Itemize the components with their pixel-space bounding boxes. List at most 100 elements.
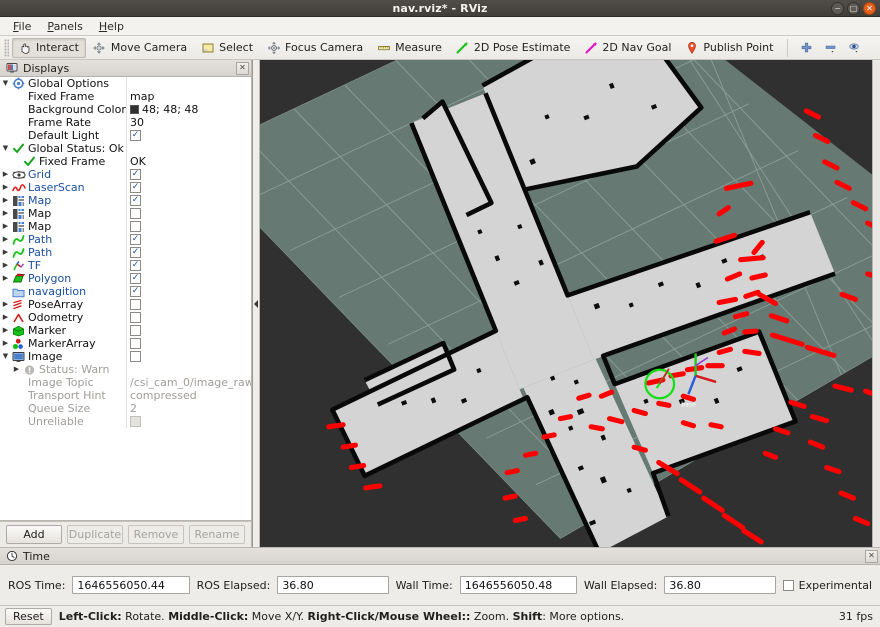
wall-elapsed-input[interactable]: 36.80 [664,576,775,594]
tree-item-value[interactable]: 30 [130,116,144,129]
tree-row[interactable]: Queue Size2 [0,402,251,415]
displays-tree-container[interactable]: ▼Global OptionsFixed FramemapBackground … [0,77,251,521]
chevron-right-icon[interactable]: ▶ [0,249,11,256]
tree-row[interactable]: ▶Odometry [0,311,251,324]
maximize-button[interactable]: □ [847,2,860,15]
tree-row[interactable]: navagition✓ [0,285,251,298]
tree-row[interactable]: Fixed Framemap [0,90,251,103]
tree-row[interactable]: ▶Map [0,220,251,233]
tree-item-checkbox[interactable]: ✓ [130,234,141,245]
tool-2d-pose-estimate[interactable]: 2D Pose Estimate [450,38,578,58]
tree-row[interactable]: ▶TF✓ [0,259,251,272]
minimize-button[interactable]: − [831,2,844,15]
tool-select[interactable]: Select [195,38,260,58]
tree-item-checkbox[interactable]: ✓ [130,182,141,193]
tree-item-value[interactable]: 48; 48; 48 [130,103,198,116]
chevron-right-icon[interactable]: ▶ [0,171,11,178]
tree-item-value[interactable]: 2 [130,402,137,415]
tree-row[interactable]: ▶Marker [0,324,251,337]
chevron-right-icon[interactable]: ▶ [0,301,11,308]
chevron-right-icon[interactable]: ▶ [0,197,11,204]
tree-row[interactable]: ▶LaserScan✓ [0,181,251,194]
tool-focus-camera[interactable]: Focus Camera [261,38,370,58]
tree-item-value[interactable] [130,208,141,219]
chevron-down-icon[interactable]: ▼ [0,145,11,152]
tree-row[interactable]: ▶PoseArray [0,298,251,311]
chevron-right-icon[interactable]: ▶ [0,340,11,347]
tool-interact[interactable]: Interact [12,38,86,58]
chevron-right-icon[interactable]: ▶ [0,210,11,217]
add-button[interactable]: Add [6,525,62,544]
tree-row[interactable]: ▼Global Status: Ok [0,142,251,155]
render-view-3d[interactable]: base [252,60,880,547]
chevron-right-icon[interactable]: ▶ [0,184,11,191]
chevron-right-icon[interactable]: ▶ [0,314,11,321]
rename-button[interactable]: Rename [189,525,245,544]
tree-item-value[interactable]: ✓ [130,169,141,180]
chevron-right-icon[interactable]: ▶ [0,327,11,334]
ros-elapsed-input[interactable]: 36.80 [277,576,388,594]
tree-item-value[interactable]: /csi_cam_0/image_raw [130,376,251,389]
displays-panel-close-icon[interactable]: ✕ [236,62,249,75]
chevron-right-icon[interactable]: ▶ [0,262,11,269]
tree-item-checkbox[interactable] [130,299,141,310]
chevron-right-icon[interactable]: ▶ [11,366,22,373]
tree-item-checkbox[interactable] [130,416,141,427]
tree-row[interactable]: ▶Path✓ [0,246,251,259]
tree-item-value[interactable]: map [130,90,154,103]
reset-button[interactable]: Reset [5,608,52,625]
tree-item-value[interactable]: ✓ [130,273,141,284]
tree-item-checkbox[interactable] [130,208,141,219]
tree-row[interactable]: ▶Map✓ [0,194,251,207]
tree-row[interactable]: ▶MarkerArray [0,337,251,350]
view-splitter-handle[interactable] [253,60,260,547]
tree-item-checkbox[interactable] [130,221,141,232]
tree-item-checkbox[interactable]: ✓ [130,130,141,141]
tree-row[interactable]: ▼Global Options [0,77,251,90]
tree-item-value[interactable]: ✓ [130,286,141,297]
add-tool-button[interactable] [795,38,818,58]
tree-item-checkbox[interactable]: ✓ [130,169,141,180]
close-button[interactable]: ✕ [863,2,876,15]
menu-help[interactable]: Help [91,18,132,35]
tree-item-checkbox[interactable]: ✓ [130,286,141,297]
tree-row[interactable]: Transport Hintcompressed [0,389,251,402]
menu-file[interactable]: File [5,18,39,35]
duplicate-button[interactable]: Duplicate [67,525,123,544]
tree-row[interactable]: ▶Map [0,207,251,220]
toolbar-grip[interactable] [4,39,9,57]
tree-item-value[interactable]: ✓ [130,195,141,206]
experimental-checkbox[interactable] [783,580,794,591]
tree-item-value[interactable] [130,221,141,232]
tree-row[interactable]: Frame Rate30 [0,116,251,129]
time-panel-close-icon[interactable]: ✕ [865,550,878,563]
tree-row[interactable]: Fixed FrameOK [0,155,251,168]
tree-item-value[interactable]: compressed [130,389,197,402]
chevron-down-icon[interactable]: ▼ [0,353,11,360]
tree-item-checkbox[interactable]: ✓ [130,273,141,284]
tree-item-value[interactable]: ✓ [130,247,141,258]
tree-item-value[interactable] [130,299,141,310]
remove-tool-button[interactable] [819,38,842,58]
tool-2d-nav-goal[interactable]: 2D Nav Goal [578,38,678,58]
chevron-right-icon[interactable]: ▶ [0,275,11,282]
tree-row[interactable]: Default Light✓ [0,129,251,142]
tree-item-checkbox[interactable] [130,325,141,336]
chevron-right-icon[interactable]: ▶ [0,223,11,230]
chevron-right-icon[interactable]: ▶ [0,236,11,243]
ros-time-input[interactable]: 1646556050.44 [72,576,189,594]
tree-item-value[interactable] [130,312,141,323]
tool-measure[interactable]: Measure [371,38,449,58]
tree-row[interactable]: ▶Status: Warn [0,363,251,376]
wall-time-input[interactable]: 1646556050.48 [460,576,577,594]
tree-item-checkbox[interactable]: ✓ [130,260,141,271]
tree-item-value[interactable]: ✓ [130,260,141,271]
tree-row[interactable]: ▶Path✓ [0,233,251,246]
tool-publish-point[interactable]: Publish Point [679,38,780,58]
tree-item-checkbox[interactable]: ✓ [130,247,141,258]
menu-panels[interactable]: Panels [39,18,90,35]
view-right-strip[interactable] [872,60,880,547]
tree-item-value[interactable]: OK [130,155,146,168]
tree-item-value[interactable] [130,325,141,336]
tree-row[interactable]: ▶Polygon✓ [0,272,251,285]
